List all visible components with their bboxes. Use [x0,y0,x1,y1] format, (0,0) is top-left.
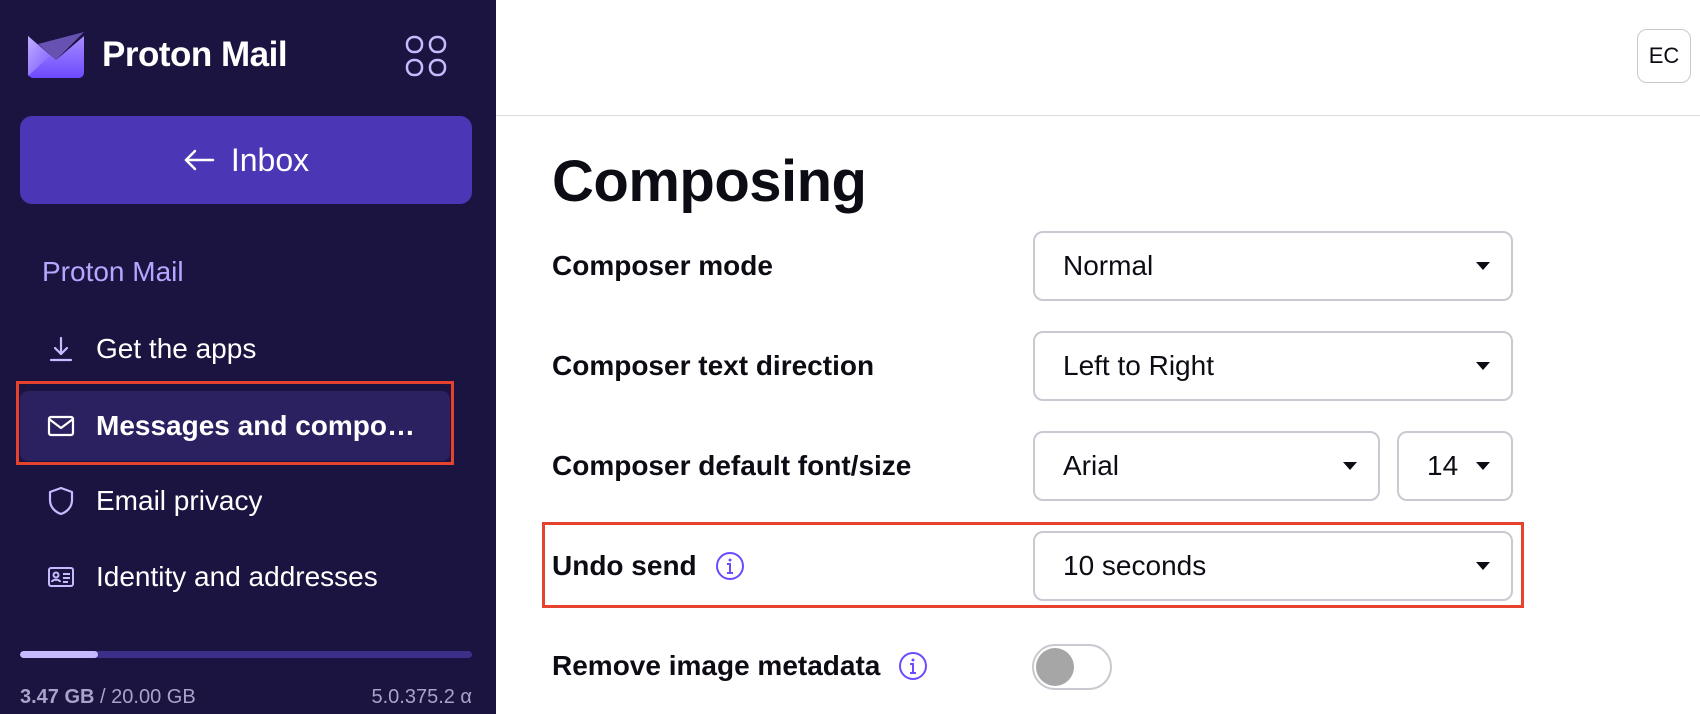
toggle-knob [1036,648,1074,686]
sidebar-item-get-the-apps[interactable]: Get the apps [20,314,450,384]
select-value: 14 [1427,450,1459,481]
storage-used: 3.47 GB [20,686,95,708]
setting-label-text: Composer default font/size [552,450,912,481]
section-label: Proton Mail [42,256,184,287]
info-icon[interactable] [715,551,745,581]
brand-name: Proton Mail [102,35,288,74]
sidebar-item-label: Get the apps [96,333,257,364]
shield-icon [46,486,76,516]
download-icon [46,334,76,364]
caret-down-icon [1476,562,1490,570]
sidebar-item-messages-and-composing[interactable]: Messages and composing [20,391,450,461]
composer-mode-select[interactable]: Normal [1033,231,1513,301]
arrow-left-icon [184,149,215,171]
info-icon[interactable] [898,651,928,681]
sidebar: Proton Mail Inbox Proton Mail Get the ap… [0,0,496,714]
select-value: Left to Right [1063,350,1214,381]
default-font-select[interactable]: Arial [1033,431,1380,501]
default-font-size-select[interactable]: 14 [1397,431,1513,501]
setting-label-default-font: Composer default font/size [552,450,911,482]
id-card-icon [46,562,76,592]
storage-separator: / [94,686,112,708]
storage-progress-bar [20,651,472,658]
back-to-inbox-button[interactable]: Inbox [20,116,472,204]
select-value: Normal [1063,250,1154,281]
envelope-icon [46,411,76,441]
setting-label-text: Undo send [552,550,697,581]
caret-down-icon [1476,362,1490,370]
setting-label-remove-metadata: Remove image metadata [552,650,928,682]
sidebar-item-label: Messages and composing [96,410,426,441]
caret-down-icon [1343,462,1357,470]
setting-label-text: Composer mode [552,250,773,281]
sidebar-item-email-privacy[interactable]: Email privacy [20,466,450,536]
setting-label-text: Remove image metadata [552,650,881,681]
storage-usage: 3.47 GB / 20.00 GB [20,686,196,709]
page-title: Composing [552,149,867,214]
back-to-inbox-label: Inbox [230,141,310,178]
storage-progress-fill [20,651,99,658]
brand[interactable]: Proton Mail [28,32,288,78]
remove-metadata-toggle[interactable] [1032,644,1112,690]
sidebar-item-identity-and-addresses[interactable]: Identity and addresses [20,542,450,612]
sidebar-item-label: Email privacy [96,485,263,516]
setting-label-undo-send: Undo send [552,550,745,582]
top-bar [496,0,1700,116]
caret-down-icon [1476,262,1490,270]
setting-label-text-direction: Composer text direction [552,350,874,382]
select-value: 10 seconds [1063,550,1207,581]
proton-logo-icon [28,32,84,78]
setting-label-composer-mode: Composer mode [552,250,773,282]
sidebar-item-label: Identity and addresses [96,561,378,592]
apps-grid-icon[interactable] [404,34,448,78]
user-avatar-button[interactable]: EC [1637,29,1691,83]
caret-down-icon [1476,462,1490,470]
select-value: Arial [1063,450,1120,481]
text-direction-select[interactable]: Left to Right [1033,331,1513,401]
app-version: 5.0.375.2 α [371,686,472,708]
setting-label-text: Composer text direction [552,350,875,381]
undo-send-select[interactable]: 10 seconds [1033,531,1513,601]
storage-total: 20.00 GB [111,686,196,708]
